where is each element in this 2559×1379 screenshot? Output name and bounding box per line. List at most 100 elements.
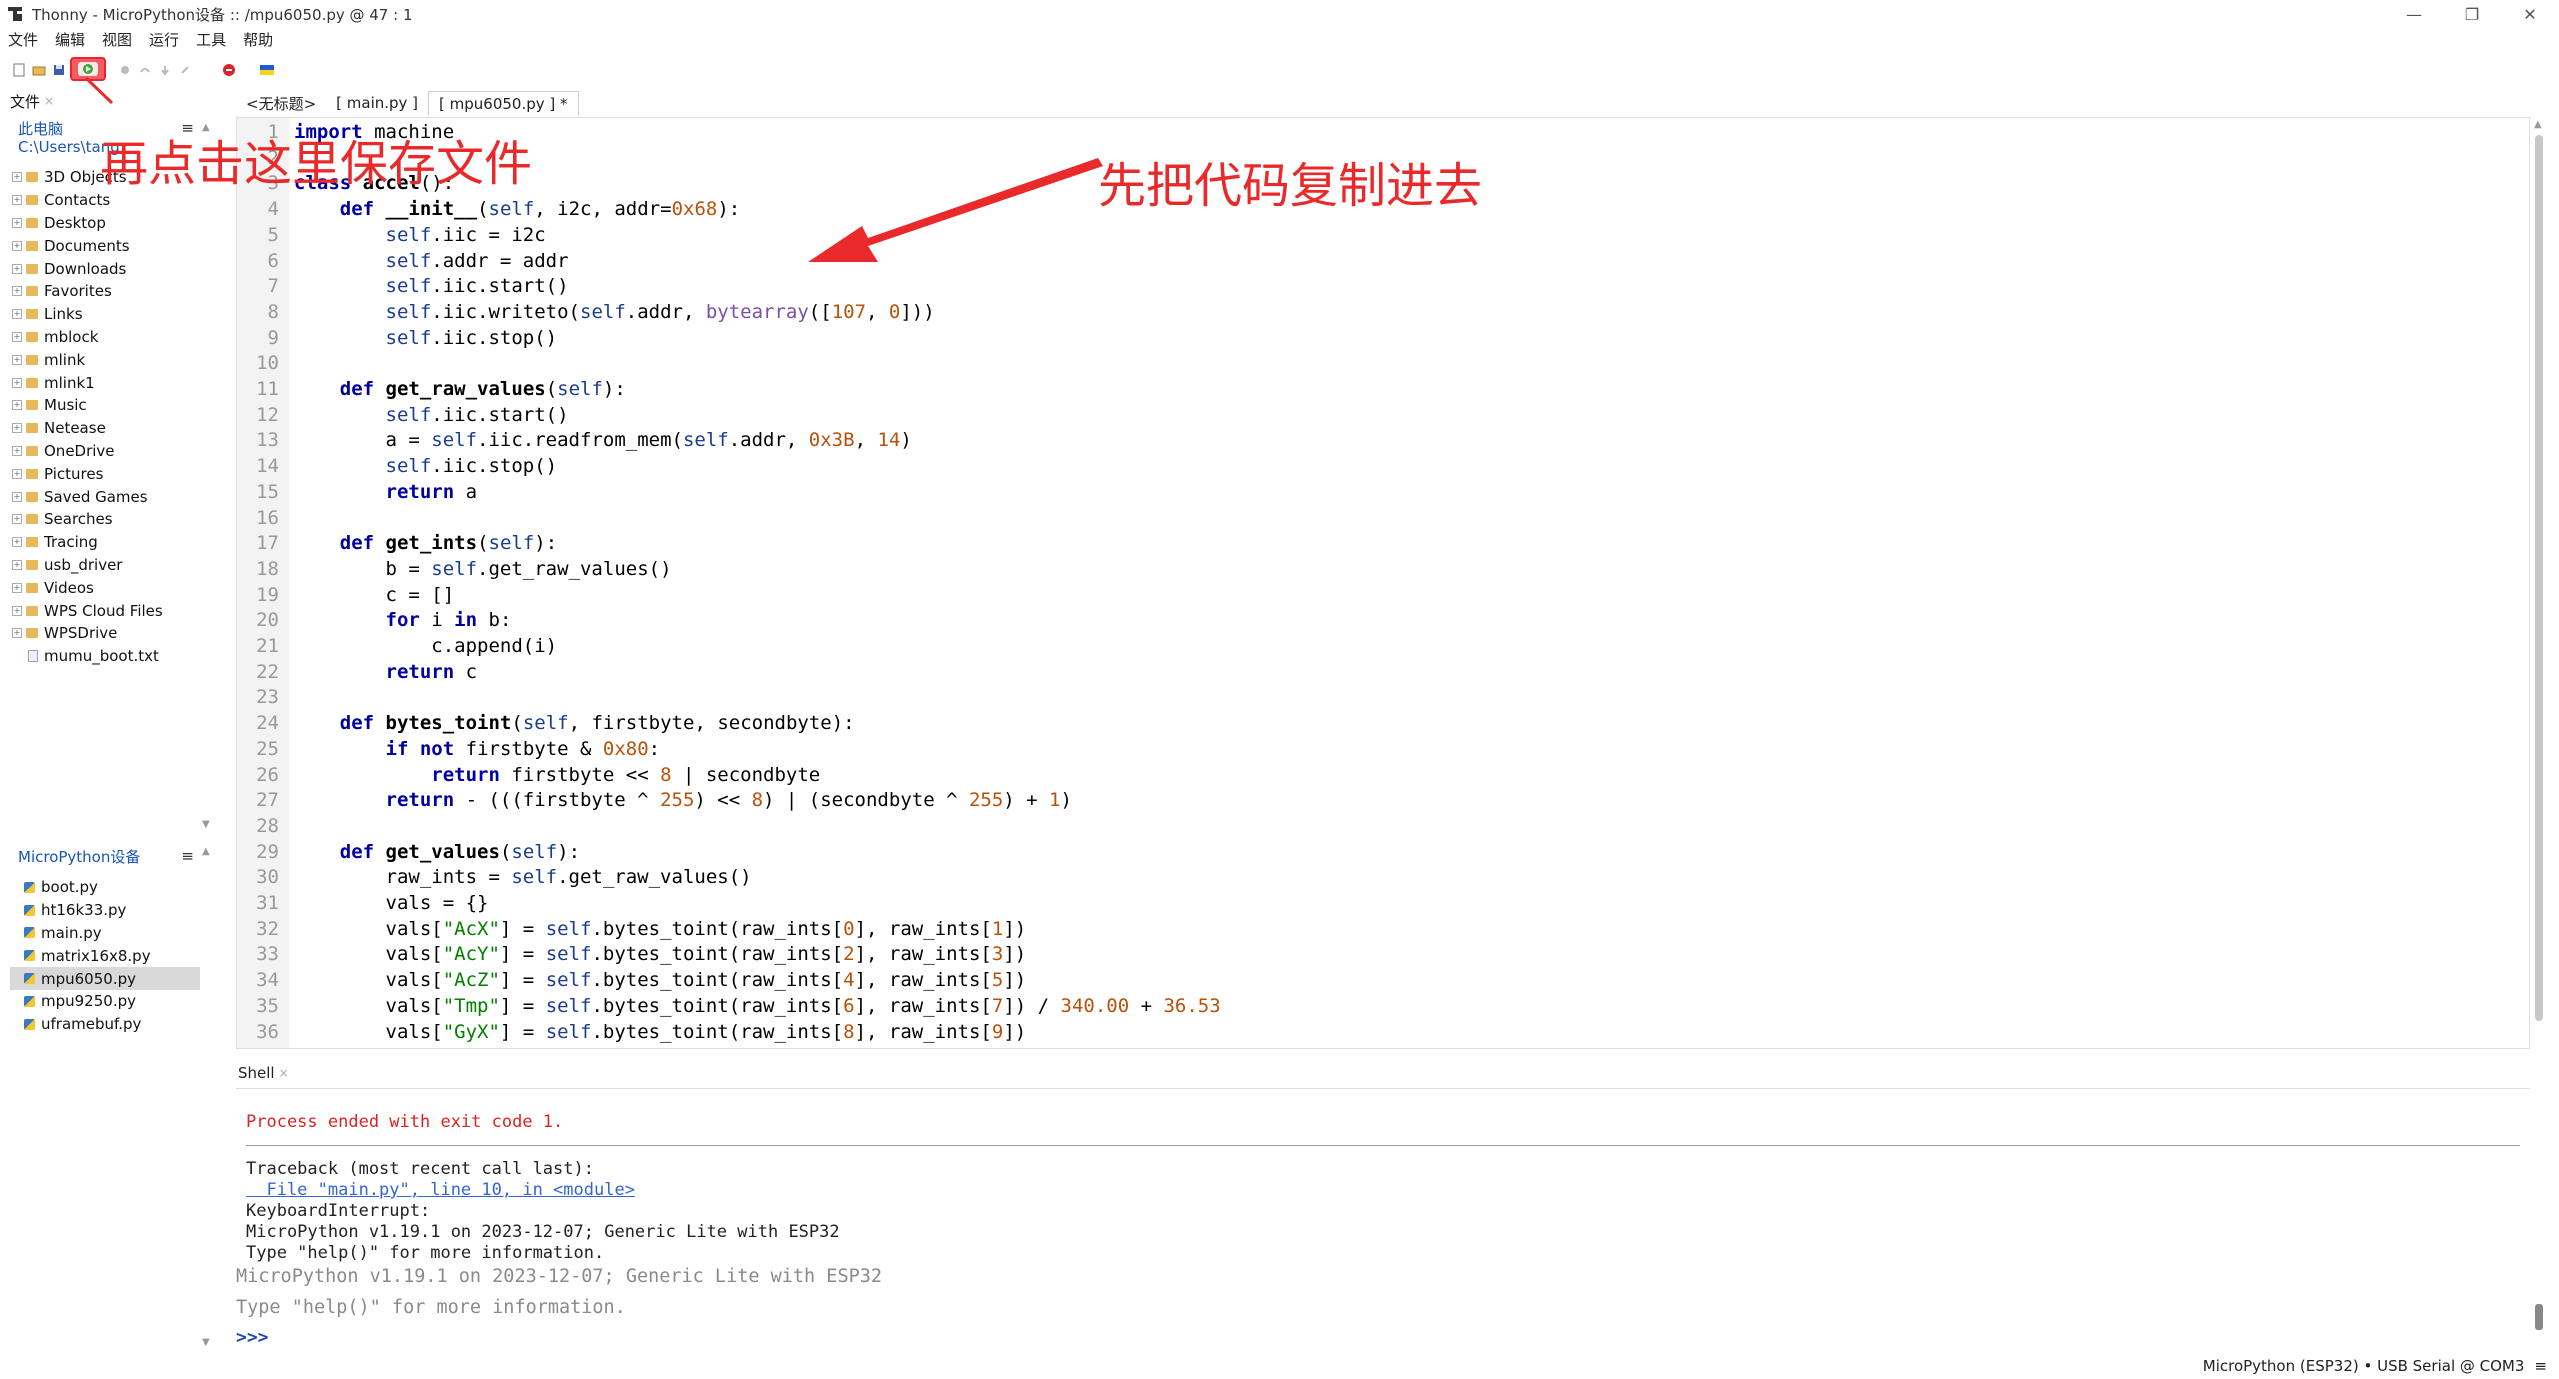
file-tree-item[interactable]: + Favorites — [10, 280, 200, 303]
code-line[interactable]: vals = {} — [294, 891, 489, 917]
code-line[interactable]: def __init__(self, i2c, addr=0x68): — [294, 197, 740, 223]
debug-icon[interactable] — [118, 63, 132, 77]
file-tree-item[interactable]: + WPS Cloud Files — [10, 599, 200, 622]
shell-prompt[interactable]: >>> — [236, 1327, 269, 1348]
open-file-icon[interactable] — [32, 63, 46, 77]
expand-icon[interactable]: + — [12, 514, 22, 525]
save-file-icon[interactable] — [52, 63, 66, 77]
file-tree-item[interactable]: + Desktop — [10, 212, 200, 235]
code-line[interactable]: vals["AcZ"] = self.bytes_toint(raw_ints[… — [294, 968, 1027, 994]
editor-scroll-thumb[interactable] — [2535, 135, 2543, 1021]
shell-tab[interactable]: Shell × — [236, 1060, 289, 1086]
expand-icon[interactable]: + — [12, 537, 22, 548]
file-tree-item[interactable]: + Tracing — [10, 531, 200, 554]
code-line[interactable]: raw_ints = self.get_raw_values() — [294, 865, 752, 891]
file-tree-item[interactable]: + Netease — [10, 417, 200, 440]
device-file-item[interactable]: main.py — [10, 922, 200, 945]
menu-help[interactable]: 帮助 — [243, 29, 273, 50]
code-line[interactable]: c = [] — [294, 583, 455, 609]
code-area[interactable]: import machine class accel(): def __init_… — [294, 118, 2514, 1048]
code-line[interactable]: a = self.iic.readfrom_mem(self.addr, 0x3… — [294, 428, 912, 454]
tab-untitled[interactable]: <无标题> — [236, 91, 326, 115]
status-menu-icon[interactable]: ≡ — [2534, 1357, 2547, 1375]
step-out-icon[interactable] — [178, 63, 192, 77]
code-line[interactable]: c.append(i) — [294, 634, 557, 660]
device-panel-header[interactable]: MicroPython设备 ≡ — [10, 842, 200, 870]
expand-icon[interactable]: + — [12, 195, 22, 206]
code-line[interactable]: return firstbyte << 8 | secondbyte — [294, 763, 820, 789]
expand-icon[interactable]: + — [12, 309, 22, 320]
file-tree-item[interactable]: mumu_boot.txt — [10, 645, 200, 668]
expand-icon[interactable]: + — [12, 605, 22, 616]
menu-tools[interactable]: 工具 — [196, 29, 226, 50]
tab-mpu6050-py[interactable]: [ mpu6050.py ] * — [428, 91, 579, 115]
scroll-up-icon[interactable]: ▲ — [202, 846, 210, 857]
file-tree-item[interactable]: + mlink1 — [10, 371, 200, 394]
code-line[interactable]: vals["AcY"] = self.bytes_toint(raw_ints[… — [294, 942, 1027, 968]
expand-icon[interactable]: + — [12, 559, 22, 570]
code-line[interactable]: vals["GyX"] = self.bytes_toint(raw_ints[… — [294, 1020, 1027, 1046]
ukraine-flag-icon[interactable] — [260, 63, 274, 77]
shell-panel[interactable]: Process ended with exit code 1. Tracebac… — [236, 1088, 2530, 1352]
shell-scroll-thumb[interactable] — [2535, 1304, 2543, 1330]
run-button-highlight[interactable] — [70, 57, 106, 81]
file-tree-item[interactable]: + Searches — [10, 508, 200, 531]
expand-icon[interactable]: + — [12, 286, 22, 297]
device-file-item[interactable]: boot.py — [10, 876, 200, 899]
code-line[interactable]: self.iic.stop() — [294, 326, 558, 352]
code-line[interactable]: self.iic.writeto(self.addr, bytearray([1… — [294, 300, 935, 326]
expand-icon[interactable]: + — [12, 445, 22, 456]
device-file-item[interactable]: matrix16x8.py — [10, 944, 200, 967]
file-tree-item[interactable]: + Saved Games — [10, 485, 200, 508]
device-file-item[interactable]: mpu9250.py — [10, 990, 200, 1013]
stop-icon[interactable] — [222, 63, 236, 77]
expand-icon[interactable]: + — [12, 172, 22, 183]
code-line[interactable]: vals["Tmp"] = self.bytes_toint(raw_ints[… — [294, 994, 1221, 1020]
device-file-item[interactable]: uframebuf.py — [10, 1013, 200, 1036]
code-line[interactable]: for i in b: — [294, 608, 512, 634]
expand-icon[interactable]: + — [12, 354, 22, 365]
code-line[interactable]: self.addr = addr — [294, 249, 569, 275]
file-tree-item[interactable]: + Documents — [10, 234, 200, 257]
shell-scrollbar[interactable] — [2532, 1088, 2546, 1352]
close-button[interactable]: ✕ — [2501, 0, 2559, 28]
tab-main-py[interactable]: [ main.py ] — [326, 91, 428, 115]
code-line[interactable]: self.iic = i2c — [294, 223, 546, 249]
scroll-down-icon[interactable]: ▼ — [202, 819, 210, 830]
code-line[interactable]: def get_ints(self): — [294, 531, 557, 557]
file-tree-item[interactable]: + usb_driver — [10, 554, 200, 577]
interpreter-status[interactable]: MicroPython (ESP32) • USB Serial @ COM3 — [2203, 1357, 2525, 1375]
scroll-down-icon[interactable]: ▼ — [202, 1337, 210, 1348]
code-line[interactable]: def bytes_toint(self, firstbyte, secondb… — [294, 711, 855, 737]
scroll-up-icon[interactable]: ▲ — [2534, 119, 2542, 130]
file-tree-item[interactable]: + Downloads — [10, 257, 200, 280]
code-line[interactable]: def get_raw_values(self): — [294, 377, 626, 403]
menu-run[interactable]: 运行 — [149, 29, 179, 50]
menu-view[interactable]: 视图 — [102, 29, 132, 50]
file-tree-item[interactable]: + OneDrive — [10, 440, 200, 463]
menu-edit[interactable]: 编辑 — [55, 29, 85, 50]
expand-icon[interactable]: + — [12, 331, 22, 342]
step-into-icon[interactable] — [158, 63, 172, 77]
files-scrollbar[interactable]: ▲ ▼ — [200, 114, 214, 834]
expand-icon[interactable]: + — [12, 582, 22, 593]
expand-icon[interactable]: + — [12, 468, 22, 479]
code-line[interactable]: return - (((firstbyte ^ 255) << 8) | (se… — [294, 788, 1072, 814]
code-line[interactable]: def get_values(self): — [294, 840, 580, 866]
expand-icon[interactable]: + — [12, 377, 22, 388]
code-line[interactable]: return a — [294, 480, 478, 506]
files-view-tab[interactable]: 文件 × — [10, 90, 54, 112]
file-tree-item[interactable]: + Links — [10, 303, 200, 326]
file-tree-item[interactable]: + mblock — [10, 326, 200, 349]
device-scrollbar[interactable]: ▲ ▼ — [200, 842, 214, 1352]
code-line[interactable]: vals["AcX"] = self.bytes_toint(raw_ints[… — [294, 917, 1027, 943]
expand-icon[interactable]: + — [12, 491, 22, 502]
file-tree-item[interactable]: + Music — [10, 394, 200, 417]
expand-icon[interactable]: + — [12, 217, 22, 228]
maximize-button[interactable]: ❐ — [2443, 0, 2501, 28]
expand-icon[interactable]: + — [12, 423, 22, 434]
menu-file[interactable]: 文件 — [8, 29, 38, 50]
code-line[interactable]: self.iic.start() — [294, 403, 569, 429]
new-file-icon[interactable] — [12, 63, 26, 77]
file-tree-item[interactable]: + WPSDrive — [10, 622, 200, 645]
